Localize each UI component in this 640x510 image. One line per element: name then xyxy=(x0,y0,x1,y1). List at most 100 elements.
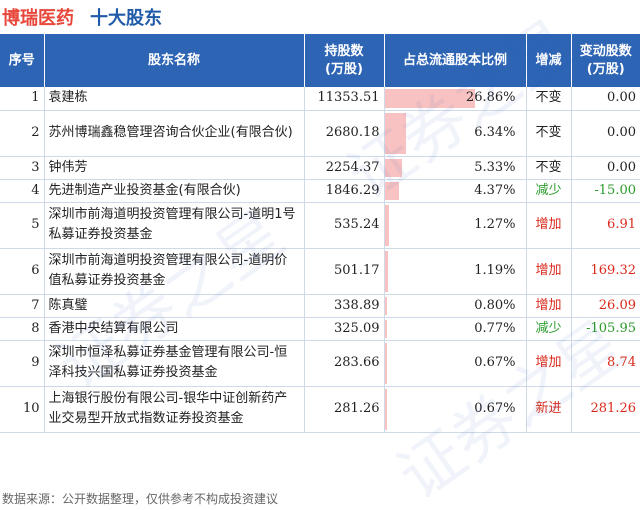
rank-cell: 1 xyxy=(0,87,44,111)
change-type-cell: 减少 xyxy=(525,179,571,203)
ratio-bar xyxy=(384,319,388,338)
ratio-label: 0.80% xyxy=(474,297,516,313)
change-type-cell: 减少 xyxy=(525,317,571,341)
shares-cell: 2254.37 xyxy=(303,156,384,180)
change-value-cell: 169.32 xyxy=(570,248,640,295)
ratio-label: 1.19% xyxy=(474,263,516,278)
ratio-cell: 0.67% xyxy=(383,340,526,387)
rank-cell: 8 xyxy=(0,317,44,341)
ratio-cell: 0.67% xyxy=(383,386,526,433)
col-header-ratio: 占总流通股本比例 xyxy=(383,34,526,87)
shares-cell: 1846.29 xyxy=(303,179,384,203)
table-row: 1 袁建栋 11353.51 26.86% 不变 0.00 xyxy=(0,87,640,111)
shares-cell: 281.26 xyxy=(303,386,384,433)
rank-cell: 6 xyxy=(0,248,44,295)
shares-cell: 535.24 xyxy=(303,202,384,249)
table-row: 9 深圳市恒泽私募证券基金管理有限公司-恒泽科技兴国私募证券投资基金 283.66 0… xyxy=(0,340,640,387)
ratio-label: 0.67% xyxy=(474,401,516,416)
holder-name-cell: 钟伟芳 xyxy=(43,156,304,180)
change-value-cell: 26.09 xyxy=(570,294,640,318)
col-header-name: 股东名称 xyxy=(43,34,304,87)
table-row: 4 先进制造产业投资基金(有限合伙) 1846.29 4.37% 减少 -15.00 xyxy=(0,179,640,203)
col-header-shares-line1: 持股数 xyxy=(324,43,364,59)
shares-cell: 2680.18 xyxy=(303,110,384,157)
table-row: 2 苏州博瑞鑫稳管理咨询合伙企业(有限合伙) 2680.18 6.34% 不变 0.00 xyxy=(0,110,640,157)
rank-cell: 4 xyxy=(0,179,44,203)
holder-name-cell: 先进制造产业投资基金(有限合伙) xyxy=(43,179,304,203)
shares-cell: 283.66 xyxy=(303,340,384,387)
change-value-cell: 281.26 xyxy=(570,386,640,433)
ratio-label: 6.34% xyxy=(474,125,516,140)
holder-name-cell: 深圳市前海道明投资管理有限公司-道明价值私募证券投资基金 xyxy=(43,248,304,295)
change-type-cell: 不变 xyxy=(525,156,571,180)
change-type-cell: 增加 xyxy=(525,202,571,249)
ratio-bar xyxy=(384,342,387,384)
source-note: 数据来源：公开数据整理，仅供参考不构成投资建议 xyxy=(2,492,279,506)
table-row: 10 上海银行股份有限公司-银华中证创新药产业交易型开放式指数证券投资基金 281.… xyxy=(0,386,640,433)
change-value-cell: -15.00 xyxy=(570,179,640,203)
holder-name-cell: 香港中央结算有限公司 xyxy=(43,317,304,341)
ratio-cell: 4.37% xyxy=(383,179,526,203)
table-row: 6 深圳市前海道明投资管理有限公司-道明价值私募证券投资基金 501.17 1.19%… xyxy=(0,248,640,295)
ratio-cell: 5.33% xyxy=(383,156,526,180)
ratio-label: 5.33% xyxy=(474,159,516,175)
col-header-rank: 序号 xyxy=(0,34,44,87)
page-subtitle: 十大股东 xyxy=(90,8,162,29)
change-value-cell: 0.00 xyxy=(570,110,640,157)
rank-cell: 3 xyxy=(0,156,44,180)
change-value-cell: 0.00 xyxy=(570,156,640,180)
change-type-cell: 新进 xyxy=(525,386,571,433)
change-type-cell: 增加 xyxy=(525,340,571,387)
ratio-cell: 0.77% xyxy=(383,317,526,341)
table-row: 3 钟伟芳 2254.37 5.33% 不变 0.00 xyxy=(0,156,640,180)
shares-cell: 501.17 xyxy=(303,248,384,295)
ratio-label: 0.77% xyxy=(474,320,516,336)
change-value-cell: 8.74 xyxy=(570,340,640,387)
shares-cell: 325.09 xyxy=(303,317,384,341)
ratio-cell: 6.34% xyxy=(383,110,526,157)
ratio-label: 1.27% xyxy=(474,217,516,232)
ratio-bar xyxy=(384,388,387,430)
shares-cell: 338.89 xyxy=(303,294,384,318)
change-type-cell: 增加 xyxy=(525,248,571,295)
rank-cell: 10 xyxy=(0,386,44,433)
change-type-cell: 不变 xyxy=(525,87,571,111)
rank-cell: 7 xyxy=(0,294,44,318)
holder-name-cell: 苏州博瑞鑫稳管理咨询合伙企业(有限合伙) xyxy=(43,110,304,157)
table-row: 5 深圳市前海道明投资管理有限公司-道明1号私募证券投资基金 535.24 1.27%… xyxy=(0,202,640,249)
ratio-cell: 1.27% xyxy=(383,202,526,249)
change-value-cell: 0.00 xyxy=(570,87,640,111)
table-body: 1 袁建栋 11353.51 26.86% 不变 0.00 2 苏州博瑞鑫稳管理咨询合伙企业(… xyxy=(0,87,640,433)
col-header-shares: 持股数 (万股) xyxy=(303,34,384,87)
ratio-label: 0.67% xyxy=(474,355,516,370)
col-header-shares-line2: (万股) xyxy=(325,61,363,77)
ratio-cell: 1.19% xyxy=(383,248,526,295)
col-header-change: 变动股数 (万股) xyxy=(570,34,640,87)
holder-name-cell: 深圳市前海道明投资管理有限公司-道明1号私募证券投资基金 xyxy=(43,202,304,249)
table-row: 7 陈真璧 338.89 0.80% 增加 26.09 xyxy=(0,294,640,318)
col-header-change-line1: 变动股数 xyxy=(579,43,632,59)
rank-cell: 9 xyxy=(0,340,44,387)
holder-name-cell: 深圳市恒泽私募证券基金管理有限公司-恒泽科技兴国私募证券投资基金 xyxy=(43,340,304,387)
shareholder-table: 序号 股东名称 持股数 (万股) 占总流通股本比例 增减 变动股数 (万股) 1… xyxy=(0,34,640,433)
shares-cell: 11353.51 xyxy=(303,87,384,111)
change-value-cell: 6.91 xyxy=(570,202,640,249)
table-header-row: 序号 股东名称 持股数 (万股) 占总流通股本比例 增减 变动股数 (万股) xyxy=(0,34,640,87)
holder-name-cell: 袁建栋 xyxy=(43,87,304,111)
col-header-change-line2: (万股) xyxy=(586,61,625,77)
change-value-cell: -105.95 xyxy=(570,317,640,341)
ratio-cell: 0.80% xyxy=(383,294,526,318)
rank-cell: 5 xyxy=(0,202,44,249)
ratio-bar xyxy=(384,296,388,315)
change-type-cell: 不变 xyxy=(525,110,571,157)
holder-name-cell: 上海银行股份有限公司-银华中证创新药产业交易型开放式指数证券投资基金 xyxy=(43,386,304,433)
holder-name-cell: 陈真璧 xyxy=(43,294,304,318)
table-row: 8 香港中央结算有限公司 325.09 0.77% 减少 -105.95 xyxy=(0,317,640,341)
ratio-label: 4.37% xyxy=(474,182,516,198)
company-title: 博瑞医药 xyxy=(2,8,74,29)
rank-cell: 2 xyxy=(0,110,44,157)
change-type-cell: 增加 xyxy=(525,294,571,318)
title-bar: 博瑞医药 十大股东 xyxy=(0,0,640,32)
ratio-label: 26.86% xyxy=(465,90,516,106)
ratio-cell: 26.86% xyxy=(383,87,526,111)
